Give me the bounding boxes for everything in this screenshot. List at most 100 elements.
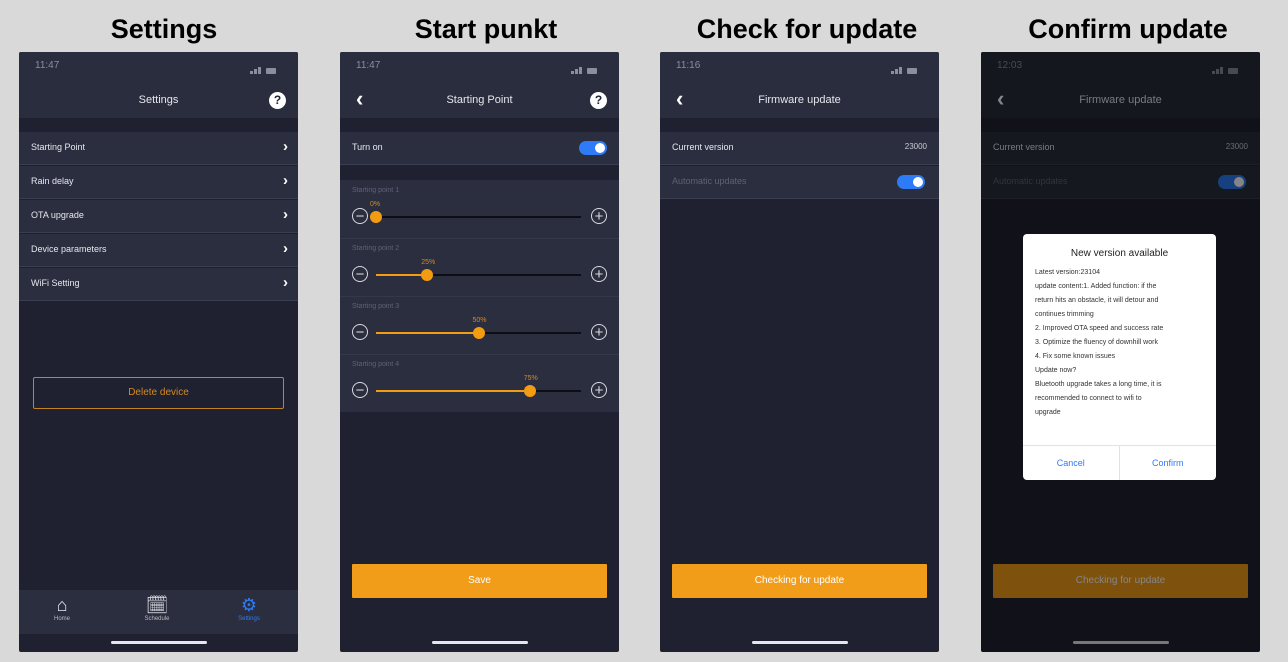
signal-battery-icon bbox=[571, 63, 605, 74]
current-version-row: Current version 23000 bbox=[660, 132, 939, 165]
caption-settings: Settings bbox=[110, 14, 218, 44]
tab-schedule[interactable]: 🗓 Schedule bbox=[127, 594, 187, 622]
slider-track[interactable]: 75% bbox=[376, 375, 581, 397]
automatic-updates-toggle[interactable] bbox=[897, 175, 925, 189]
menu-item-starting-point[interactable]: Starting Point › bbox=[19, 132, 298, 165]
dialog-title: New version available bbox=[1070, 248, 1169, 259]
home-icon: ⌂ bbox=[56, 595, 68, 615]
chevron-right-icon: › bbox=[283, 274, 288, 291]
dialog-line: update content:1. Added function: if the bbox=[1035, 283, 1157, 290]
minus-button[interactable]: − bbox=[352, 266, 368, 282]
menu-item-label: Starting Point bbox=[31, 142, 86, 152]
minus-button[interactable]: − bbox=[352, 208, 368, 224]
menu-item-rain-delay[interactable]: Rain delay › bbox=[19, 166, 298, 199]
menu-item-label: Device parameters bbox=[31, 244, 107, 254]
slider-knob[interactable] bbox=[472, 327, 485, 339]
menu-item-ota-upgrade[interactable]: OTA upgrade › bbox=[19, 200, 298, 233]
slider-value: 0% bbox=[370, 201, 381, 208]
signal-battery-icon bbox=[891, 63, 925, 74]
schedule-icon: 🗓 bbox=[145, 595, 169, 615]
plus-button[interactable]: + bbox=[591, 266, 607, 282]
slider-track[interactable]: 50% bbox=[376, 317, 581, 339]
dialog-line: return hits an obstacle, it will detour … bbox=[1035, 297, 1159, 304]
help-icon[interactable]: ? bbox=[269, 92, 286, 109]
menu-item-label: WiFi Setting bbox=[31, 278, 80, 288]
settings-screen: 11:47 Settings ? Starting Point › Rain d… bbox=[19, 52, 298, 652]
nav-bar: 11:47 Settings ? bbox=[19, 52, 298, 118]
tab-label: Schedule bbox=[144, 616, 170, 622]
checking-for-update-button[interactable]: Checking for update bbox=[672, 564, 927, 598]
dialog-body: Latest version:23104 update content:1. A… bbox=[1035, 266, 1206, 420]
slider-value: 25% bbox=[421, 259, 436, 266]
page-title: Starting Point bbox=[446, 94, 513, 106]
home-indicator bbox=[110, 641, 207, 644]
delete-device-button[interactable]: Delete device bbox=[33, 377, 284, 409]
dialog-line: 4. Fix some known issues bbox=[1035, 353, 1116, 360]
dialog-line: continues trimming bbox=[1035, 311, 1094, 318]
chevron-right-icon: › bbox=[283, 172, 288, 189]
home-indicator bbox=[751, 641, 848, 644]
starting-point-label: Starting point 3 bbox=[352, 303, 400, 310]
firmware-update-screen: 11:16 ‹ Firmware update Current version … bbox=[660, 52, 939, 652]
confirm-update-screen: 12:03 ‹ Firmware update Current version … bbox=[981, 52, 1260, 652]
status-time: 11:16 bbox=[676, 60, 701, 71]
dialog-line: 2. Improved OTA speed and success rate bbox=[1035, 325, 1164, 332]
caption-check-update: Check for update bbox=[696, 14, 918, 44]
slider-fill bbox=[376, 390, 530, 392]
dialog-buttons: Cancel Confirm bbox=[1023, 445, 1216, 480]
turn-on-label: Turn on bbox=[352, 142, 383, 152]
plus-button[interactable]: + bbox=[591, 324, 607, 340]
cancel-button[interactable]: Cancel bbox=[1023, 446, 1120, 480]
status-bar: 11:47 bbox=[356, 60, 605, 76]
starting-point-label: Starting point 1 bbox=[352, 187, 400, 194]
new-version-dialog: New version available Latest version:231… bbox=[1023, 234, 1216, 480]
menu-item-device-parameters[interactable]: Device parameters › bbox=[19, 234, 298, 267]
tab-bar: ⌂ Home 🗓 Schedule ⚙ Settings bbox=[19, 590, 298, 634]
tab-label: Home bbox=[53, 616, 70, 622]
starting-point-label: Starting point 4 bbox=[352, 361, 400, 368]
starting-point-3: Starting point 3 − 50% + bbox=[340, 296, 619, 355]
signal-battery-icon bbox=[250, 63, 284, 74]
turn-on-row: Turn on bbox=[340, 132, 619, 165]
slider-track[interactable]: 0% bbox=[370, 201, 581, 223]
dialog-line: recommended to connect to wifi to bbox=[1035, 395, 1142, 402]
tab-label: Settings bbox=[238, 616, 260, 622]
dialog-line: Update now? bbox=[1035, 367, 1077, 374]
automatic-updates-label: Automatic updates bbox=[672, 176, 747, 186]
starting-point-1: Starting point 1 − 0% + bbox=[340, 180, 619, 239]
slider-value: 50% bbox=[472, 317, 487, 324]
plus-button[interactable]: + bbox=[591, 208, 607, 224]
status-time: 11:47 bbox=[356, 60, 381, 71]
slider-fill bbox=[376, 274, 428, 276]
starting-point-2: Starting point 2 − 25% + bbox=[340, 238, 619, 297]
dialog-line: 3. Optimize the fluency of downhill work bbox=[1035, 339, 1158, 346]
dialog-line: Bluetooth upgrade takes a long time, it … bbox=[1035, 381, 1162, 388]
nav-bar: 11:47 ‹ Starting Point ? bbox=[340, 52, 619, 118]
slider-knob[interactable] bbox=[523, 385, 536, 397]
minus-button[interactable]: − bbox=[352, 324, 368, 340]
plus-button[interactable]: + bbox=[591, 382, 607, 398]
turn-on-toggle[interactable] bbox=[579, 141, 607, 155]
gear-icon: ⚙ bbox=[240, 595, 258, 615]
tab-home[interactable]: ⌂ Home bbox=[32, 594, 92, 622]
status-bar: 11:16 bbox=[676, 60, 925, 76]
slider-knob[interactable] bbox=[421, 269, 434, 281]
slider-value: 75% bbox=[523, 375, 538, 382]
status-time: 11:47 bbox=[35, 60, 60, 71]
tab-settings[interactable]: ⚙ Settings bbox=[219, 594, 279, 622]
home-indicator bbox=[431, 641, 528, 644]
help-icon[interactable]: ? bbox=[590, 92, 607, 109]
slider-knob[interactable] bbox=[370, 211, 382, 223]
status-bar: 11:47 bbox=[35, 60, 284, 76]
slider-track[interactable]: 25% bbox=[376, 259, 581, 281]
starting-points-panel: Starting point 1 − 0% + Starting point 2… bbox=[340, 180, 619, 412]
current-version-label: Current version bbox=[672, 142, 734, 152]
page-title: Firmware update bbox=[758, 94, 841, 106]
starting-point-4: Starting point 4 − 75% + bbox=[340, 354, 619, 412]
starting-point-screen: 11:47 ‹ Starting Point ? Turn on Startin… bbox=[340, 52, 619, 652]
save-button[interactable]: Save bbox=[352, 564, 607, 598]
caption-confirm-update: Confirm update bbox=[1028, 14, 1228, 44]
confirm-button[interactable]: Confirm bbox=[1120, 446, 1217, 480]
menu-item-wifi-setting[interactable]: WiFi Setting › bbox=[19, 268, 298, 301]
minus-button[interactable]: − bbox=[352, 382, 368, 398]
